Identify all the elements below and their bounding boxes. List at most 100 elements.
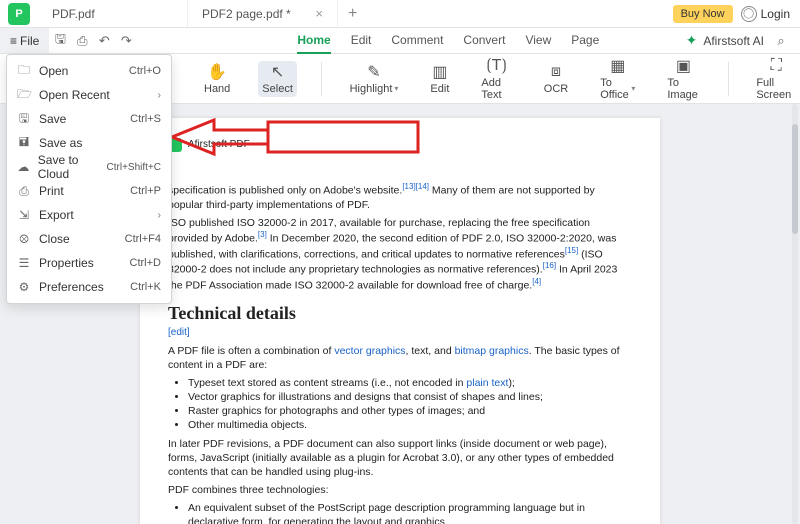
section-edit-link[interactable]: [edit] [168,327,190,338]
tool-label: Full Screen [756,77,796,101]
tool-tooffice[interactable]: ▦ To Office▾ [596,55,639,103]
file-dropdown: 🗀OpenCtrl+O 🗁Open Recent› 🖫SaveCtrl+S 🖬S… [6,54,172,304]
citation[interactable]: [15] [565,246,578,255]
login-label: Login [761,7,790,21]
menu-properties[interactable]: ☰ Properties Ctrl+D [7,251,171,275]
menu-comment[interactable]: Comment [391,28,443,54]
menu-export[interactable]: ⇲Export› [7,203,171,227]
saveas-icon: 🖬 [17,133,31,154]
scrollbar-track[interactable] [792,104,798,524]
ocr-icon: ⧈ [551,63,561,81]
document-page[interactable]: Afirstsoft PDF specification is publishe… [140,118,660,524]
tool-label: To Image [667,77,699,101]
recent-icon: 🗁 [17,85,31,106]
tool-hand[interactable]: ✋ Hand [200,61,234,97]
separator [321,62,322,96]
fullscreen-icon: ⛶ [771,57,782,75]
file-label: File [20,34,39,48]
tool-label: Select [262,83,293,95]
menu-save-cloud[interactable]: ☁Save to CloudCtrl+Shift+C [7,155,171,179]
highlight-icon: ✎ [367,63,380,81]
menu-label: Open [39,64,68,78]
menu-convert[interactable]: Convert [463,28,505,54]
chevron-right-icon: › [158,210,161,221]
menu-save-as[interactable]: 🖬 Save as [7,131,171,155]
properties-icon: ☰ [17,256,31,270]
scrollbar-thumb[interactable] [792,124,798,234]
tool-addtext[interactable]: ⟮T⟯Add Text [477,55,515,103]
redo-icon[interactable]: ↷ [115,30,137,52]
undo-icon[interactable]: ↶ [93,30,115,52]
text: PDF combines three technologies: [168,483,632,497]
text: A PDF file is often a combination of [168,345,334,357]
shortcut: Ctrl+D [130,257,161,269]
shortcut: Ctrl+K [130,281,161,293]
menu-home[interactable]: Home [297,28,330,54]
close-tab-icon[interactable]: × [315,6,323,21]
login-button[interactable]: ◯ Login [741,6,790,22]
office-icon: ▦ [610,57,625,75]
new-tab-button[interactable]: + [338,5,367,23]
text: , text, and [406,345,455,357]
link-bitmap-graphics[interactable]: bitmap graphics [455,345,529,357]
tab-pdf2[interactable]: PDF2 page.pdf * × [188,0,338,27]
tab-label: PDF2 page.pdf * [202,7,291,21]
menu-close[interactable]: ⮾CloseCtrl+F4 [7,227,171,251]
tab-bar: P PDF.pdf PDF2 page.pdf * × + Buy Now ◯ … [0,0,800,28]
tool-label: Highlight [350,83,393,95]
open-icon: 🗀 [17,61,31,82]
menu-open-recent[interactable]: 🗁Open Recent› [7,83,171,107]
link-plain-text[interactable]: plain text [466,377,508,389]
citation[interactable]: [16] [543,261,556,270]
print-quick-icon[interactable]: ⎙ [71,30,93,52]
cloud-icon: ☁ [17,160,30,174]
text: specification is published only on Adobe… [168,185,402,197]
link-vector-graphics[interactable]: vector graphics [334,345,405,357]
chevron-down-icon: ▾ [631,84,635,93]
file-menu-button[interactable]: ≡ File [0,28,49,53]
tool-ocr[interactable]: ⧈ OCR [540,61,572,97]
menu-view[interactable]: View [525,28,551,54]
tab-pdf[interactable]: PDF.pdf [38,0,188,27]
tool-label: Edit [430,83,449,95]
separator [728,62,729,96]
tool-toimage[interactable]: ▣ To Image [663,55,703,103]
save-quick-icon[interactable]: 🖫 [49,30,71,52]
citation[interactable]: [13][14] [402,182,429,191]
tool-label: Hand [204,83,230,95]
search-icon[interactable]: ⌕ [770,30,792,52]
heading-technical-details: Technical details [168,301,632,325]
menu-edit[interactable]: Edit [351,28,372,54]
tool-label: To Office [600,77,629,101]
ai-label[interactable]: Afirstsoft AI [703,34,764,48]
tool-fullscreen[interactable]: ⛶ Full Screen [752,55,800,103]
doc-header-logo: Afirstsoft PDF [168,138,632,152]
doc-brand-text: Afirstsoft PDF [188,138,250,152]
image-icon: ▣ [676,57,691,75]
menu-print[interactable]: ⎙PrintCtrl+P [7,179,171,203]
tool-highlight[interactable]: ✎ Highlight▾ [346,61,403,97]
menu-open[interactable]: 🗀OpenCtrl+O [7,59,171,83]
menu-preferences[interactable]: ⚙PreferencesCtrl+K [7,275,171,299]
citation[interactable]: [4] [532,277,541,286]
buy-now-button[interactable]: Buy Now [673,5,733,23]
tool-select[interactable]: ↖Select [258,61,297,97]
menu-save[interactable]: 🖫SaveCtrl+S [7,107,171,131]
avatar-icon: ◯ [741,6,757,22]
menu-label: Close [39,232,70,246]
tool-edit[interactable]: ▥Edit [426,61,453,97]
menu-label: Open Recent [39,88,110,102]
hand-icon: ✋ [207,63,227,81]
list-item: Vector graphics for illustrations and de… [188,390,632,404]
citation[interactable]: [3] [258,230,267,239]
menu-label: Save as [39,136,82,150]
menu-page[interactable]: Page [571,28,599,54]
tool-label: OCR [544,83,568,95]
menu-label: Save to Cloud [38,153,107,181]
save-icon: 🖫 [17,109,31,130]
menu-label: Properties [39,256,94,270]
hamburger-icon: ≡ [10,34,17,48]
list-item: Other multimedia objects. [188,418,632,432]
list-item: An equivalent subset of the PostScript p… [188,501,632,524]
chevron-down-icon: ▾ [394,84,398,93]
